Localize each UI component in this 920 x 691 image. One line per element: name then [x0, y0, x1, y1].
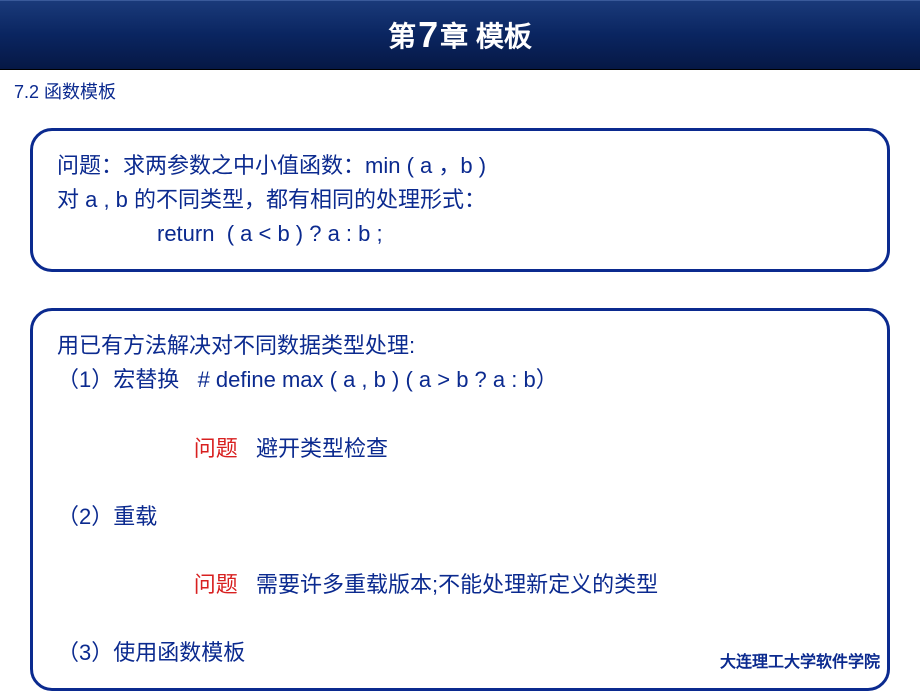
problem-label: 问题 — [194, 572, 238, 597]
section-label: 7.2 函数模板 — [0, 70, 920, 104]
problem-box: 问题：求两参数之中小值函数：min ( a ，b ) 对 a , b 的不同类型… — [30, 128, 890, 272]
slide-title-bar: 第7章 模板 — [0, 0, 920, 70]
box2-item1: （1）宏替换 # define max ( a , b ) ( a > b ? … — [57, 363, 863, 397]
problem-text: 避开类型检查 — [256, 436, 388, 461]
footer-text: 大连理工大学软件学院 — [720, 648, 880, 672]
box1-line1: 问题：求两参数之中小值函数：min ( a ，b ) — [57, 149, 863, 183]
problem-text: 需要许多重载版本;不能处理新定义的类型 — [256, 572, 658, 597]
title-chapter-number: 7 — [418, 14, 438, 56]
box2-item1-problem: 问题 避开类型检查 — [57, 397, 863, 499]
problem-label: 问题 — [194, 436, 238, 461]
content-area: 问题：求两参数之中小值函数：min ( a ，b ) 对 a , b 的不同类型… — [0, 104, 920, 691]
box1-line3: return ( a < b ) ? a : b ; — [57, 217, 863, 251]
box2-item2: （2）重载 — [57, 500, 863, 534]
title-prefix: 第 — [388, 15, 416, 55]
title-suffix: 章 模板 — [440, 15, 532, 55]
box2-item2-problem: 问题 需要许多重载版本;不能处理新定义的类型 — [57, 534, 863, 636]
solutions-box: 用已有方法解决对不同数据类型处理: （1）宏替换 # define max ( … — [30, 308, 890, 691]
box2-heading: 用已有方法解决对不同数据类型处理: — [57, 329, 863, 363]
box1-line2: 对 a , b 的不同类型，都有相同的处理形式： — [57, 183, 863, 217]
